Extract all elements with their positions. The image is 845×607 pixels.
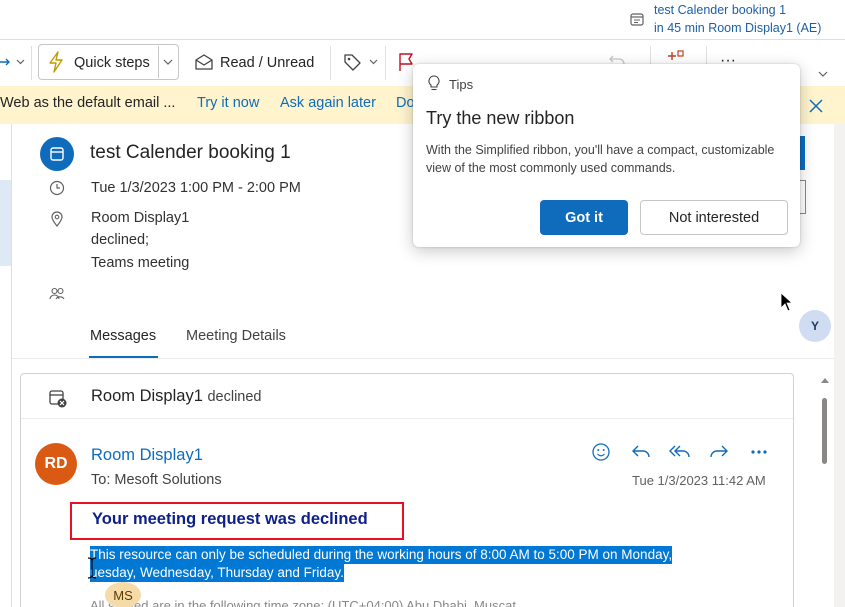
message-heading: Your meeting request was declined: [92, 510, 368, 528]
body-line-selected: uesday, Wednesday, Thursday and Friday.: [90, 564, 344, 582]
tips-label: Tips: [449, 77, 474, 92]
attendees-icon[interactable]: [49, 286, 65, 302]
event-location-line: declined;: [91, 232, 150, 248]
message-date: Tue 1/3/2023 11:42 AM: [632, 473, 766, 488]
reminder-subtitle[interactable]: in 45 min Room Display1 (AE): [654, 21, 821, 35]
tips-title: Try the new ribbon: [426, 108, 575, 128]
to-label: To:: [91, 472, 111, 488]
decline-banner-sender: Room Display1: [91, 387, 203, 405]
lightning-icon: [49, 51, 63, 73]
user-avatar[interactable]: Y: [799, 310, 831, 342]
location-pin-icon: [51, 211, 63, 227]
calendar-reminder-icon: [630, 13, 644, 26]
event-location-line: Room Display1: [91, 210, 190, 226]
decline-banner: Room Display1 declined: [91, 387, 261, 406]
emoji-reaction-icon[interactable]: [590, 441, 612, 463]
ribbon-separator: [330, 46, 331, 80]
clock-icon: [49, 180, 65, 196]
info-bar-trailing-link[interactable]: Do: [396, 95, 415, 111]
event-time: Tue 1/3/2023 1:00 PM - 2:00 PM: [91, 180, 301, 196]
ask-again-later-link[interactable]: Ask again later: [280, 95, 376, 111]
tab-messages[interactable]: Messages: [90, 328, 156, 344]
chevron-down-icon[interactable]: [369, 59, 378, 65]
presence-avatar-ms[interactable]: MS: [105, 582, 141, 607]
sender-avatar[interactable]: RD: [35, 443, 77, 485]
body-line-selected: This resource can only be scheduled duri…: [90, 546, 673, 564]
read-unread-button[interactable]: Read / Unread: [220, 48, 314, 78]
recipient-name[interactable]: Mesoft Solutions: [114, 472, 221, 488]
add-in-icon[interactable]: [666, 50, 684, 64]
calendar-declined-icon: [49, 390, 67, 408]
tips-body: With the Simplified ribbon, you'll have …: [426, 143, 775, 175]
message-more-icon[interactable]: [748, 441, 770, 463]
chevron-down-icon[interactable]: [818, 71, 828, 77]
mouse-pointer-icon: [780, 292, 794, 312]
event-title: test Calender booking 1: [90, 142, 291, 163]
calendar-event-icon: [40, 137, 74, 171]
forward-arrow-icon[interactable]: [0, 55, 12, 69]
flag-icon[interactable]: [398, 52, 414, 72]
tag-icon[interactable]: [342, 52, 362, 72]
ribbon-separator: [31, 46, 32, 80]
tabs-divider: [12, 358, 834, 359]
lightbulb-icon: [428, 75, 440, 91]
info-bar-message: Web as the default email ...: [0, 95, 176, 111]
body-line-timezone: All s listed are in the following time z…: [90, 598, 516, 607]
scroll-up-arrow-icon[interactable]: [821, 377, 829, 383]
quick-steps-label: Quick steps: [74, 55, 150, 71]
try-it-now-link[interactable]: Try it now: [197, 95, 259, 111]
selected-message-highlight[interactable]: [0, 180, 11, 266]
sender-name[interactable]: Room Display1: [91, 446, 203, 465]
split-divider: [158, 46, 159, 78]
hidden-secondary-button-edge[interactable]: [800, 180, 806, 214]
got-it-button[interactable]: Got it: [540, 200, 628, 235]
recipient-line: To: Mesoft Solutions: [91, 472, 222, 488]
reply-all-icon[interactable]: [669, 441, 691, 463]
hidden-primary-button-edge[interactable]: [800, 136, 805, 170]
close-icon[interactable]: [809, 99, 823, 113]
not-interested-button[interactable]: Not interested: [640, 200, 788, 235]
envelope-open-icon: [195, 54, 213, 70]
text-cursor-icon: [87, 557, 97, 579]
tab-meeting-details[interactable]: Meeting Details: [186, 328, 286, 344]
chevron-down-icon[interactable]: [163, 59, 173, 65]
event-location-line: Teams meeting: [91, 255, 190, 271]
message-header-divider: [21, 418, 793, 419]
decline-banner-status: declined: [207, 389, 262, 405]
reminder-title[interactable]: test Calender booking 1: [654, 3, 786, 17]
scrollbar-thumb[interactable]: [822, 398, 827, 464]
ribbon-separator: [385, 46, 386, 80]
chevron-down-icon[interactable]: [16, 59, 25, 65]
reply-icon[interactable]: [630, 441, 652, 463]
forward-icon[interactable]: [708, 441, 730, 463]
